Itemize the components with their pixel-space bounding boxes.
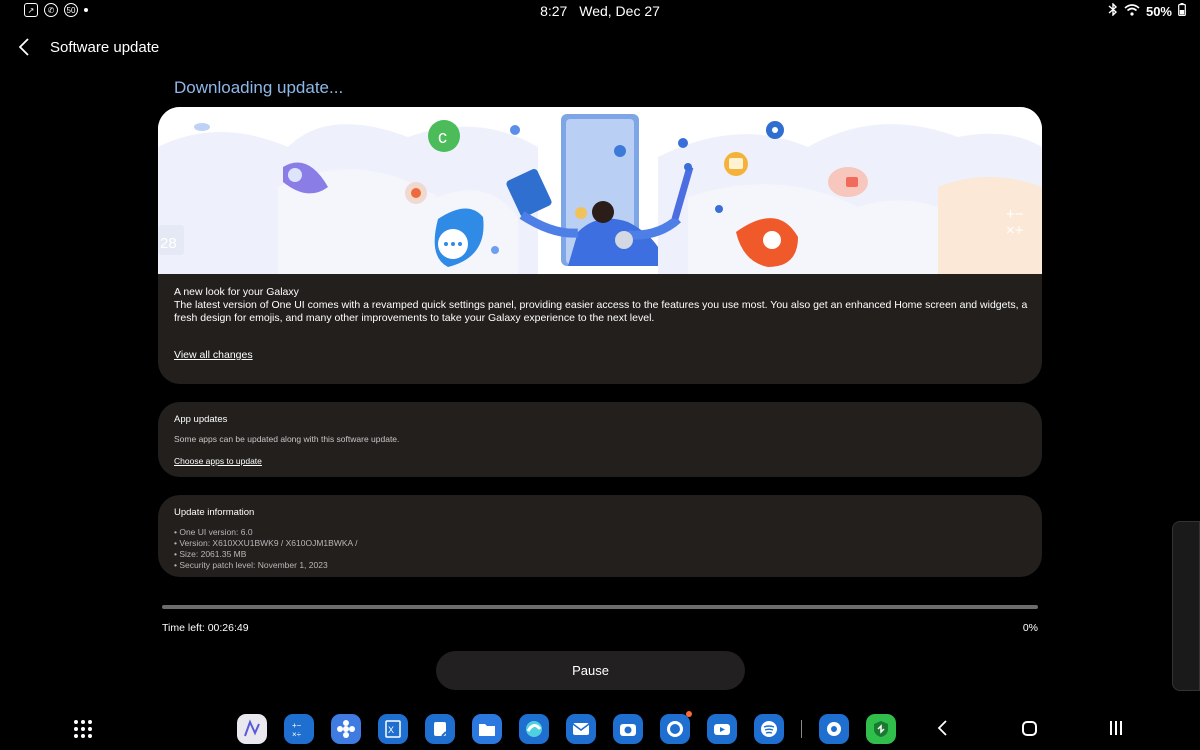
settings-icon <box>827 722 841 736</box>
app-updates-description: Some apps can be updated along with this… <box>174 434 400 444</box>
wifi-icon <box>1124 3 1140 19</box>
time-left-label: Time left: 00:26:49 <box>162 622 249 634</box>
edge-panel-handle[interactable] <box>1172 521 1200 691</box>
feature-body: The latest version of One UI comes with … <box>174 299 1028 324</box>
camera-icon <box>620 724 636 736</box>
choose-apps-link[interactable]: Choose apps to update <box>174 456 262 466</box>
info-line: • Size: 2061.35 MB <box>174 549 247 559</box>
camera-app[interactable] <box>613 714 643 744</box>
update-info-heading: Update information <box>174 507 255 518</box>
back-arrow-icon <box>19 38 29 56</box>
edge-app[interactable] <box>519 714 549 744</box>
security-icon <box>874 721 888 737</box>
security-app[interactable] <box>866 714 896 744</box>
youtube-icon <box>714 724 730 735</box>
excel-app[interactable]: X <box>378 714 408 744</box>
calculator-icon: +−×÷ <box>292 721 302 739</box>
taskbar-apps: +− ×÷ X <box>237 711 896 744</box>
pause-button[interactable]: Pause <box>436 651 745 690</box>
gallery-app[interactable] <box>237 714 267 744</box>
status-bar: ↗ ✆ 50 8:27 Wed, Dec 27 50% <box>0 0 1200 22</box>
excel-icon: X <box>385 720 401 738</box>
view-all-changes-link[interactable]: View all changes <box>174 349 253 361</box>
app-updates-card: App updates Some apps can be updated alo… <box>158 402 1042 477</box>
svg-text:×+: ×+ <box>1006 222 1024 239</box>
spotify-icon <box>761 721 777 737</box>
app-updates-heading: App updates <box>174 414 228 425</box>
banner-calendar-text: 28 <box>160 235 177 252</box>
app-bar: Software update <box>14 32 159 62</box>
svg-text:×÷: ×÷ <box>292 730 302 739</box>
app-drawer-button[interactable] <box>74 720 92 738</box>
email-icon <box>572 723 590 735</box>
download-status-heading: Downloading update... <box>174 78 344 97</box>
status-time: 8:27 <box>540 3 568 19</box>
edge-icon <box>526 721 542 737</box>
whatsapp-icon <box>667 721 683 737</box>
taskbar-divider <box>801 720 802 738</box>
page-title: Software update <box>50 38 160 56</box>
status-date: Wed, Dec 27 <box>579 3 660 19</box>
notification-dot <box>686 711 692 717</box>
battery-percent: 50% <box>1145 3 1172 19</box>
taskbar: +− ×÷ X <box>0 711 1200 750</box>
nav-home-button[interactable] <box>1022 721 1037 736</box>
notes-icon <box>434 722 447 737</box>
nav-back-icon <box>937 720 947 736</box>
calculator-app[interactable]: +− ×÷ <box>284 714 314 744</box>
update-info-card: Update information • One UI version: 6.0… <box>158 495 1042 577</box>
download-progress-bar <box>162 605 1038 609</box>
status-clock: 8:27 Wed, Dec 27 <box>0 3 1200 19</box>
back-button[interactable] <box>14 33 34 61</box>
feature-headline: A new look for your Galaxy <box>174 286 299 298</box>
nav-recents-button[interactable] <box>1110 721 1122 735</box>
files-app[interactable] <box>472 714 502 744</box>
files-icon <box>479 724 495 736</box>
bixby-app[interactable] <box>331 714 361 744</box>
settings-app[interactable] <box>819 714 849 744</box>
email-app[interactable] <box>566 714 596 744</box>
one-ui-banner-illustration: 28 c +− ×+ <box>158 107 1042 274</box>
battery-icon <box>1178 3 1186 19</box>
feature-card: 28 c +− ×+ A new look for your Galaxy Th… <box>158 107 1042 384</box>
update-info-list: • One UI version: 6.0 • Version: X610XXU… <box>174 527 357 571</box>
status-right: 50% <box>1108 2 1186 19</box>
svg-text:+−: +− <box>1006 206 1024 223</box>
svg-text:+−: +− <box>292 721 302 730</box>
whatsapp-app[interactable] <box>660 711 692 744</box>
notes-app[interactable] <box>425 714 455 744</box>
calendar-glyph: 28 <box>158 225 184 255</box>
info-line: • Version: X610XXU1BWK9 / X610OJM1BWKA / <box>174 538 358 548</box>
info-line: • Security patch level: November 1, 2023 <box>174 560 328 570</box>
info-line: • One UI version: 6.0 <box>174 527 253 537</box>
feature-description: A new look for your Galaxy The latest ve… <box>174 286 1034 325</box>
nav-back-button[interactable] <box>936 718 956 740</box>
bixby-icon <box>337 720 355 738</box>
svg-text:c: c <box>438 127 447 147</box>
progress-percent: 0% <box>1022 622 1038 634</box>
gallery-icon <box>244 719 260 737</box>
svg-text:X: X <box>388 725 394 735</box>
youtube-app[interactable] <box>707 714 737 744</box>
bluetooth-icon <box>1108 2 1118 19</box>
spotify-app[interactable] <box>754 714 784 744</box>
